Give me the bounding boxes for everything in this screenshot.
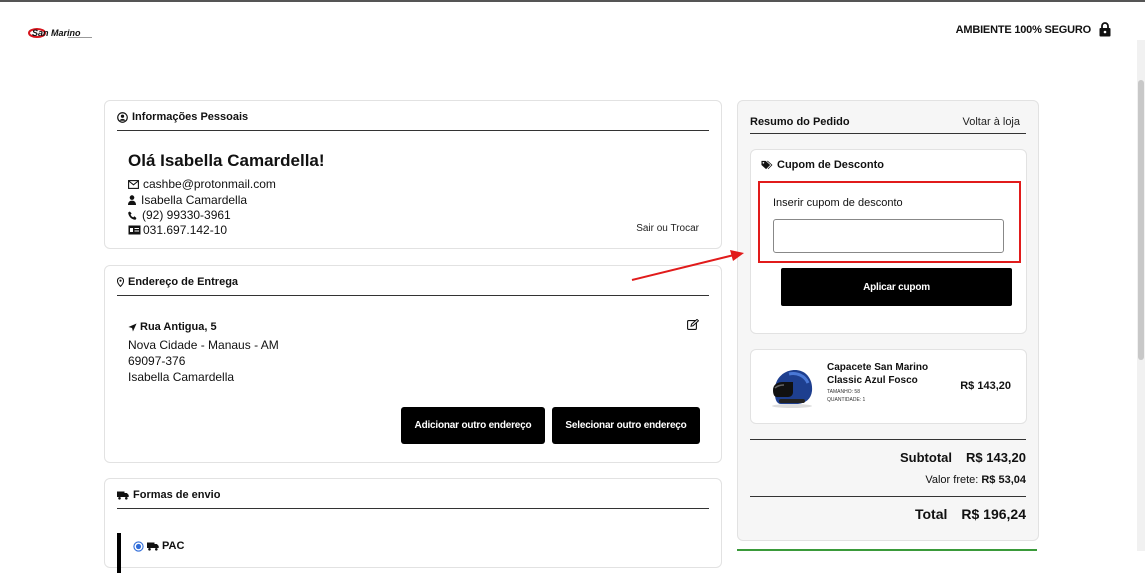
scrollbar-thumb[interactable] bbox=[1138, 80, 1144, 360]
tags-icon bbox=[761, 160, 773, 170]
coupon-title: Cupom de Desconto bbox=[777, 159, 884, 171]
product-name: Capacete San Marino Classic Azul Fosco bbox=[827, 361, 928, 387]
summary-title: Resumo do Pedido bbox=[750, 116, 850, 128]
district-value: Nova Cidade - Manaus - AM bbox=[128, 338, 279, 352]
street-value: Rua Antigua, 5 bbox=[140, 321, 217, 333]
coupon-header: Cupom de Desconto bbox=[761, 159, 884, 171]
freight-row: Valor frete: R$ 53,04 bbox=[925, 474, 1026, 486]
freight-value: R$ 53,04 bbox=[981, 474, 1026, 486]
order-summary-card: Resumo do Pedido Voltar à loja Cupom de … bbox=[737, 100, 1039, 541]
phone-value: (92) 99330-3961 bbox=[142, 208, 231, 222]
personal-info-header: Informações Pessoais bbox=[117, 101, 709, 131]
truck-icon bbox=[147, 542, 159, 551]
name-row: Isabella Camardella bbox=[128, 192, 247, 208]
id-card-icon bbox=[128, 225, 141, 235]
add-address-button[interactable]: Adicionar outro endereço bbox=[401, 407, 545, 444]
map-marker-icon bbox=[117, 277, 124, 287]
secure-badge: AMBIENTE 100% SEGURO bbox=[956, 22, 1111, 37]
top-border bbox=[0, 0, 1145, 2]
shipping-header: Formas de envio bbox=[117, 479, 709, 509]
product-name-line2: Classic Azul Fosco bbox=[827, 375, 918, 386]
phone-row: (92) 99330-3961 bbox=[128, 207, 231, 223]
product-meta: TAMANHO: 58 QUANTIDADE: 1 bbox=[827, 388, 865, 404]
phone-icon bbox=[128, 210, 137, 220]
document-value: 031.697.142-10 bbox=[143, 223, 228, 237]
product-quantity: QUANTIDADE: 1 bbox=[827, 397, 866, 403]
coupon-card: Cupom de Desconto Inserir cupom de desco… bbox=[750, 149, 1027, 334]
shipping-option-pac[interactable]: PAC bbox=[133, 540, 184, 552]
recipient-value: Isabella Camardella bbox=[128, 370, 235, 384]
divider bbox=[750, 439, 1026, 440]
summary-header: Resumo do Pedido Voltar à loja bbox=[750, 111, 1026, 134]
subtotal-row: Subtotal R$ 143,20 bbox=[900, 450, 1026, 465]
product-size: TAMANHO: 58 bbox=[827, 389, 860, 395]
freight-label: Valor frete: bbox=[925, 474, 979, 486]
apply-coupon-button[interactable]: Aplicar cupom bbox=[781, 268, 1012, 306]
address-header: Endereço de Entrega bbox=[117, 266, 709, 296]
lock-icon bbox=[1099, 22, 1111, 37]
page-scrollbar[interactable] bbox=[1137, 40, 1145, 551]
back-to-store-link[interactable]: Voltar à loja bbox=[963, 116, 1020, 128]
location-arrow-icon bbox=[128, 322, 137, 332]
name-value: Isabella Camardella bbox=[141, 193, 248, 207]
address-title: Endereço de Entrega bbox=[128, 276, 239, 288]
helmet-image bbox=[772, 370, 813, 408]
san-marino-logo-icon: San Marino bbox=[28, 28, 92, 38]
subtotal-label: Subtotal bbox=[900, 450, 952, 465]
select-address-button[interactable]: Selecionar outro endereço bbox=[552, 407, 700, 444]
street-row: Rua Antigua, 5 bbox=[128, 321, 217, 333]
shipping-option-label: PAC bbox=[162, 540, 185, 552]
user-circle-icon bbox=[117, 111, 128, 123]
personal-info-title: Informações Pessoais bbox=[132, 111, 249, 123]
logout-link[interactable]: Sair ou Trocar bbox=[636, 223, 699, 234]
brand-logo[interactable]: San Marino bbox=[28, 26, 98, 40]
address-card: Endereço de Entrega Rua Antigua, 5 Nova … bbox=[104, 265, 722, 463]
email-value: cashbe@protonmail.com bbox=[143, 177, 276, 191]
envelope-icon bbox=[128, 179, 139, 189]
greeting: Olá Isabella Camardella! bbox=[128, 151, 325, 170]
product-name-line1: Capacete San Marino bbox=[827, 362, 929, 373]
annotation-arrow bbox=[631, 250, 744, 281]
selected-option-marker bbox=[117, 533, 121, 573]
personal-info-card: Informações Pessoais Olá Isabella Camard… bbox=[104, 100, 722, 249]
cart-item: Capacete San Marino Classic Azul Fosco T… bbox=[750, 349, 1027, 424]
edit-icon[interactable] bbox=[687, 319, 699, 330]
total-value: R$ 196,24 bbox=[961, 506, 1026, 522]
svg-text:San Marino: San Marino bbox=[32, 28, 81, 38]
divider bbox=[750, 496, 1026, 497]
total-label: Total bbox=[914, 506, 948, 522]
product-price: R$ 143,20 bbox=[960, 380, 1011, 392]
shipping-title: Formas de envio bbox=[133, 489, 221, 501]
truck-icon bbox=[117, 491, 129, 500]
user-icon bbox=[128, 195, 136, 205]
zip-value: 69097-376 bbox=[128, 354, 186, 368]
email-row: cashbe@protonmail.com bbox=[128, 176, 276, 192]
document-row: 031.697.142-10 bbox=[128, 222, 227, 238]
total-row: Total R$ 196,24 bbox=[915, 506, 1026, 522]
secure-label: AMBIENTE 100% SEGURO bbox=[955, 23, 1092, 36]
subtotal-value: R$ 143,20 bbox=[966, 450, 1026, 465]
radio-checked-icon[interactable] bbox=[133, 540, 144, 552]
coupon-input[interactable] bbox=[773, 219, 1004, 253]
shipping-card: Formas de envio PAC bbox=[104, 478, 722, 573]
coupon-input-label: Inserir cupom de desconto bbox=[773, 197, 903, 209]
